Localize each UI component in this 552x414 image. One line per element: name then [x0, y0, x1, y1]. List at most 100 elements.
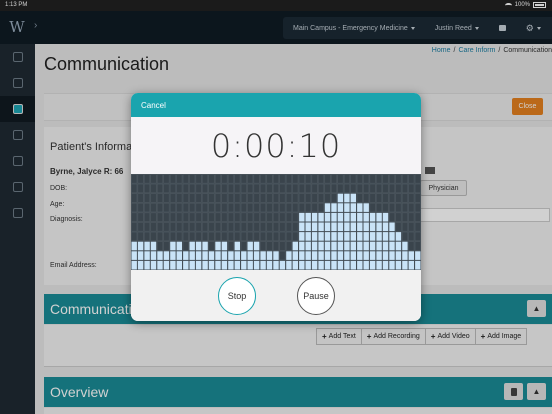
level-cell-filled — [402, 241, 408, 251]
level-cell-filled — [253, 241, 260, 251]
level-cell-filled — [382, 212, 389, 222]
level-cell-filled — [324, 212, 331, 222]
level-cell-empty — [150, 231, 157, 241]
level-cell-filled — [247, 260, 253, 270]
level-cell-empty — [324, 174, 331, 184]
level-cell-filled — [266, 251, 273, 260]
level-cell-empty — [163, 222, 170, 232]
level-cell-filled — [357, 260, 363, 270]
level-cell-empty — [182, 231, 189, 241]
level-cell-empty — [208, 183, 215, 193]
level-cell-filled — [202, 251, 208, 260]
level-cell-empty — [414, 212, 421, 222]
level-cell-empty — [279, 183, 286, 193]
level-cell-empty — [376, 183, 383, 193]
level-cell-empty — [292, 203, 299, 213]
level-cell-empty — [273, 203, 279, 213]
level-cell-filled — [331, 222, 337, 232]
level-cell-filled — [350, 193, 356, 203]
level-cell-filled — [311, 241, 318, 251]
level-cell-empty — [408, 193, 415, 203]
pause-button[interactable]: Pause — [297, 277, 335, 315]
level-cell-empty — [376, 203, 383, 213]
level-cell-empty — [395, 174, 402, 184]
level-cell-filled — [170, 241, 176, 251]
level-cell-filled — [337, 232, 344, 241]
level-cell-filled — [131, 241, 137, 251]
level-cell-filled — [241, 260, 247, 270]
level-cell-filled — [331, 241, 337, 251]
level-cell-filled — [221, 260, 228, 270]
level-cell-empty — [144, 183, 151, 193]
level-cell-empty — [401, 193, 408, 203]
level-cell-filled — [389, 251, 395, 260]
level-cell-empty — [369, 174, 376, 184]
level-cell-empty — [356, 183, 363, 193]
level-cell-empty — [182, 174, 189, 184]
level-cell-filled — [395, 232, 402, 241]
level-cell-filled — [324, 241, 331, 251]
level-cell-empty — [408, 183, 415, 193]
level-cell-filled — [247, 251, 253, 260]
level-cell-empty — [157, 193, 163, 203]
level-cell-filled — [228, 260, 234, 270]
level-cell-empty — [189, 231, 196, 241]
level-cell-empty — [389, 193, 395, 203]
level-cell-filled — [234, 251, 240, 260]
level-cell-filled — [337, 212, 344, 222]
level-cell-empty — [408, 212, 415, 222]
level-cell-empty — [189, 174, 196, 184]
level-cell-filled — [221, 241, 228, 251]
level-cell-empty — [227, 231, 234, 241]
level-cell-empty — [169, 183, 176, 193]
level-cell-filled — [389, 260, 395, 270]
level-cell-empty — [305, 193, 312, 203]
cancel-button[interactable]: Cancel — [141, 101, 166, 110]
level-cell-filled — [337, 251, 344, 260]
level-cell-empty — [247, 174, 254, 184]
level-cell-filled — [311, 222, 318, 232]
level-cell-empty — [266, 183, 273, 193]
level-cell-empty — [337, 183, 344, 193]
stop-button[interactable]: Stop — [218, 277, 256, 315]
level-cell-filled — [350, 212, 356, 222]
level-cell-filled — [299, 232, 305, 241]
level-cell-filled — [260, 260, 266, 270]
level-cell-filled — [157, 251, 163, 260]
level-cell-empty — [240, 183, 247, 193]
level-cell-filled — [363, 232, 369, 241]
level-cell-empty — [369, 183, 376, 193]
level-cell-empty — [260, 183, 267, 193]
level-cell-filled — [299, 212, 305, 222]
level-cell-filled — [311, 232, 318, 241]
level-cell-empty — [240, 203, 247, 213]
level-cell-empty — [240, 241, 247, 251]
level-cell-empty — [414, 183, 421, 193]
level-cell-filled — [395, 260, 402, 270]
level-cell-empty — [131, 203, 138, 213]
level-cell-empty — [131, 231, 138, 241]
level-cell-empty — [273, 231, 279, 241]
level-cell-empty — [144, 203, 151, 213]
level-cell-empty — [253, 183, 260, 193]
level-cell-empty — [414, 222, 421, 232]
level-cell-empty — [253, 222, 260, 232]
level-cell-empty — [292, 183, 299, 193]
level-cell-empty — [195, 174, 202, 184]
level-cell-empty — [401, 203, 408, 213]
level-cell-empty — [240, 193, 247, 203]
level-cell-empty — [131, 222, 138, 232]
level-cell-filled — [299, 260, 305, 270]
level-cell-empty — [318, 174, 325, 184]
level-cell-empty — [176, 231, 183, 241]
level-cell-empty — [382, 183, 389, 193]
level-cell-filled — [189, 241, 195, 251]
level-cell-empty — [215, 231, 221, 241]
level-cell-filled — [318, 260, 324, 270]
level-cell-filled — [137, 241, 144, 251]
level-cell-empty — [273, 174, 279, 184]
level-cell-empty — [169, 203, 176, 213]
level-cell-empty — [157, 203, 163, 213]
level-cell-filled — [176, 251, 182, 260]
level-cell-filled — [215, 260, 221, 270]
